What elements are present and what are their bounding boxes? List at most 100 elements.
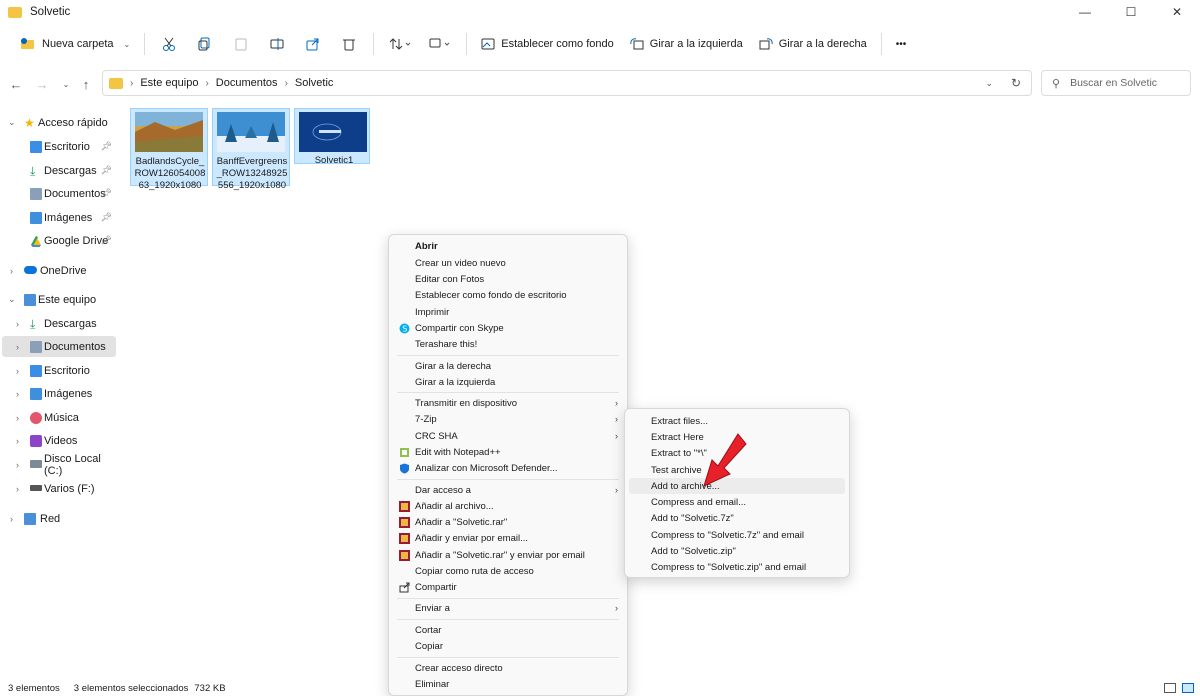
context-menu-item[interactable]: Editar con Fotos xyxy=(393,271,623,287)
file-item[interactable]: BanffEvergreens_ROW13248925556_1920x1080 xyxy=(212,108,290,191)
context-menu-item[interactable]: Imprimir xyxy=(393,304,623,320)
submenu-item-label: Compress to "Solvetic.7z" and email xyxy=(651,529,805,541)
context-menu-item[interactable]: CRC SHA › xyxy=(393,428,623,444)
view-button[interactable] xyxy=(420,29,460,59)
sidebar-item-pc-musica[interactable]: › Música xyxy=(2,407,116,428)
file-item[interactable]: Solvetic1 xyxy=(294,108,370,166)
sidebar-item-escritorio[interactable]: Escritorio 📌︎ xyxy=(2,136,116,157)
tiles-view-icon[interactable] xyxy=(1182,683,1194,693)
share-button[interactable] xyxy=(295,29,331,59)
refresh-icon[interactable]: ↻ xyxy=(1011,76,1021,90)
sidebar-item-pc-varios[interactable]: › Varios (F:) xyxy=(2,478,116,499)
context-menu-item[interactable]: Crear acceso directo xyxy=(393,660,623,676)
rename-button[interactable] xyxy=(259,29,295,59)
context-menu-item[interactable]: Enviar a › xyxy=(393,600,623,616)
recent-locations-button[interactable]: ⌄ xyxy=(56,74,76,94)
minimize-button[interactable]: — xyxy=(1062,0,1108,24)
sort-icon xyxy=(389,38,411,50)
sidebar-item-documentos[interactable]: Documentos 📌︎ xyxy=(2,183,116,204)
delete-button[interactable] xyxy=(331,29,367,59)
submenu-item[interactable]: Compress to "Solvetic.7z" and email xyxy=(629,527,845,543)
search-placeholder: Buscar en Solvetic xyxy=(1070,77,1158,89)
sidebar-item-onedrive[interactable]: › OneDrive xyxy=(2,260,116,281)
sidebar-item-label: Descargas xyxy=(44,317,97,330)
sort-button[interactable] xyxy=(380,29,420,59)
context-menu-item[interactable]: Crear un video nuevo xyxy=(393,255,623,271)
context-menu-item[interactable]: Transmitir en dispositivo › xyxy=(393,395,623,411)
set-background-button[interactable]: Establecer como fondo xyxy=(473,29,622,59)
sidebar-item-label: Imágenes xyxy=(44,211,93,224)
breadcrumb-documentos[interactable]: Documentos xyxy=(216,77,278,89)
file-item[interactable]: BadlandsCycle_ROW12605400863_1920x1080 xyxy=(130,108,208,191)
sidebar-item-pc-disco-local[interactable]: › Disco Local (C:) xyxy=(2,453,116,477)
context-menu-item[interactable]: Añadir y enviar por email... xyxy=(393,530,623,546)
sidebar-item-pc-imagenes[interactable]: › Imágenes xyxy=(2,383,116,404)
sidebar-item-este-equipo[interactable]: ⌄ Este equipo xyxy=(2,289,116,310)
star-icon: ★ xyxy=(24,115,35,130)
sidebar-item-label: Música xyxy=(44,411,79,424)
breadcrumb-este-equipo[interactable]: Este equipo xyxy=(140,77,198,89)
submenu-item[interactable]: Extract files... xyxy=(629,413,845,429)
context-menu-item[interactable]: Edit with Notepad++ xyxy=(393,444,623,460)
submenu-item[interactable]: Compress and email... xyxy=(629,494,845,510)
context-menu-item[interactable]: Analizar con Microsoft Defender... xyxy=(393,460,623,476)
forward-button[interactable]: → xyxy=(32,74,52,94)
context-menu-item[interactable]: Girar a la derecha xyxy=(393,358,623,374)
close-button[interactable]: ✕ xyxy=(1154,0,1200,24)
search-box[interactable]: ⚲ Buscar en Solvetic xyxy=(1041,70,1191,96)
share-icon xyxy=(306,38,319,51)
submenu-item[interactable]: Add to "Solvetic.zip" xyxy=(629,543,845,559)
sidebar-item-imagenes[interactable]: Imágenes 📌︎ xyxy=(2,207,116,228)
cut-button[interactable] xyxy=(151,29,187,59)
context-menu-item[interactable]: Terashare this! xyxy=(393,336,623,352)
image-thumbnail xyxy=(299,112,367,152)
context-menu-item[interactable]: S Compartir con Skype xyxy=(393,320,623,336)
context-menu-item[interactable]: Girar a la izquierda xyxy=(393,374,623,390)
document-icon xyxy=(30,340,42,353)
window-title: Solvetic xyxy=(30,6,71,18)
address-dropdown-icon[interactable]: ⌄ xyxy=(985,78,993,89)
maximize-button[interactable]: ☐ xyxy=(1108,0,1154,24)
set-background-label: Establecer como fondo xyxy=(501,38,614,50)
back-button[interactable]: ← xyxy=(6,74,26,94)
submenu-item[interactable]: Compress to "Solvetic.zip" and email xyxy=(629,559,845,575)
new-folder-button[interactable]: Nueva carpeta ⌄ xyxy=(12,29,138,59)
paste-button[interactable] xyxy=(223,29,259,59)
sidebar-item-pc-videos[interactable]: › Videos xyxy=(2,430,116,451)
submenu-item[interactable]: Add to "Solvetic.7z" xyxy=(629,510,845,526)
breadcrumb-solvetic[interactable]: Solvetic xyxy=(295,77,334,89)
context-menu-item[interactable]: Añadir a "Solvetic.rar" xyxy=(393,514,623,530)
context-menu-item[interactable]: Añadir a "Solvetic.rar" y enviar por ema… xyxy=(393,547,623,563)
context-menu-item-label: Compartir con Skype xyxy=(415,322,504,334)
sidebar-item-pc-escritorio[interactable]: › Escritorio xyxy=(2,360,116,381)
sidebar-item-google-drive[interactable]: Google Drive 📌︎ xyxy=(2,230,116,251)
sidebar-item-descargas[interactable]: ⤓ Descargas 📌︎ xyxy=(2,160,116,181)
address-bar[interactable]: › Este equipo › Documentos › Solvetic ⌄ … xyxy=(102,70,1032,96)
red-arrow-annotation xyxy=(703,433,747,487)
rotate-right-button[interactable]: Girar a la derecha xyxy=(751,29,875,59)
rotate-left-button[interactable]: Girar a la izquierda xyxy=(622,29,751,59)
sidebar-item-pc-descargas[interactable]: › ⤓ Descargas xyxy=(2,313,116,334)
context-menu-item[interactable]: Abrir xyxy=(393,238,623,254)
chevron-right-icon: › xyxy=(16,388,19,399)
context-menu-item[interactable]: Establecer como fondo de escritorio xyxy=(393,287,623,303)
context-menu-item[interactable]: 7-Zip › xyxy=(393,411,623,427)
context-menu-item[interactable]: Dar acceso a › xyxy=(393,482,623,498)
up-button[interactable]: ↑ xyxy=(76,74,96,94)
details-view-icon[interactable] xyxy=(1164,683,1176,693)
chevron-right-icon: › xyxy=(16,483,19,494)
sidebar-item-pc-documentos[interactable]: › Documentos xyxy=(2,336,116,357)
more-options-button[interactable]: ••• xyxy=(888,29,915,59)
context-menu-item-label: Cortar xyxy=(415,624,442,636)
context-menu-item-label: Crear acceso directo xyxy=(415,662,503,674)
context-menu-item[interactable]: Cortar xyxy=(393,622,623,638)
copy-button[interactable] xyxy=(187,29,223,59)
context-menu-item[interactable]: Añadir al archivo... xyxy=(393,498,623,514)
new-folder-icon xyxy=(21,38,34,49)
context-menu-item[interactable]: Copiar como ruta de acceso xyxy=(393,563,623,579)
sidebar-item-red[interactable]: › Red xyxy=(2,508,116,529)
context-menu-item[interactable]: Compartir xyxy=(393,579,623,595)
sidebar-item-acceso-rapido[interactable]: ⌄ ★ Acceso rápido xyxy=(2,112,116,133)
rotate-left-icon xyxy=(630,38,644,50)
context-menu-item[interactable]: Copiar xyxy=(393,638,623,654)
